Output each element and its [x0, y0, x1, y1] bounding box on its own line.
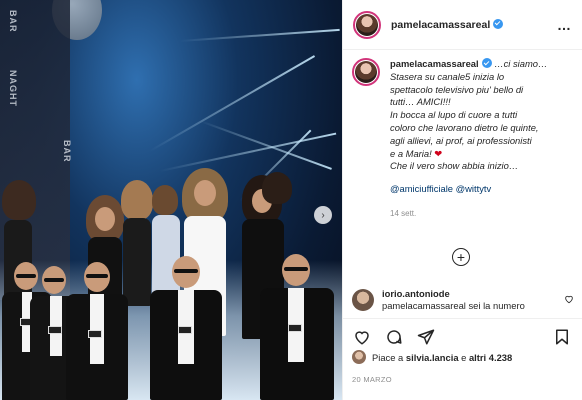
- comment-bubble-icon[interactable]: [384, 327, 404, 347]
- avatar[interactable]: [352, 289, 374, 311]
- instagram-post-view: BAR NAGHT BAR › pamelacamassareal … pame…: [0, 0, 582, 400]
- liker-username[interactable]: silvia.lancia: [406, 352, 459, 363]
- likes-prefix: Piace a: [372, 351, 404, 363]
- caption-area: pamelacamassareal …ci siamo… Stasera su …: [352, 58, 572, 221]
- dancer-figure: [258, 172, 298, 252]
- like-heart-icon[interactable]: [352, 327, 372, 347]
- sign-decoration: BAR: [62, 140, 72, 163]
- dancer-figure: [148, 256, 224, 400]
- caption-text: pamelacamassareal …ci siamo… Stasera su …: [390, 58, 547, 221]
- verified-icon: [493, 18, 504, 29]
- likes-summary: Piace a silvia.lancia e altri 4.238: [352, 350, 512, 364]
- plus-icon: +: [456, 249, 466, 265]
- light-beam: [199, 120, 332, 170]
- comment-text: pamelacamassareal sei la numero: [382, 300, 525, 311]
- comment-like-heart-icon[interactable]: [564, 294, 574, 312]
- caption-timestamp: 14 sett.: [390, 208, 417, 218]
- avatar[interactable]: [353, 10, 381, 39]
- next-photo-button[interactable]: ›: [314, 206, 332, 224]
- post-header: pamelacamassareal …: [343, 0, 582, 50]
- dancer-figure: [62, 262, 132, 400]
- caption-line: Stasera su canale5 inizia lo: [390, 70, 505, 82]
- mention-link[interactable]: @wittytv: [456, 183, 492, 194]
- bookmark-icon[interactable]: [552, 327, 572, 347]
- light-beam: [149, 55, 316, 152]
- action-bar: [342, 318, 582, 354]
- caption-line: spettacolo televisivo piu' bello di: [390, 83, 524, 95]
- caption-line: agli allievi, ai prof, ai professionisti: [390, 134, 532, 146]
- verified-icon: [481, 58, 492, 68]
- avatar[interactable]: [352, 58, 380, 86]
- more-options-icon[interactable]: …: [557, 17, 572, 33]
- share-paper-plane-icon[interactable]: [416, 327, 436, 347]
- light-beam: [179, 28, 340, 42]
- caption-line: e a Maria!: [390, 147, 432, 159]
- caption-line: tutti… AMICI!!!: [390, 96, 451, 108]
- dancer-figure: [258, 254, 336, 400]
- header-username[interactable]: pamelacamassareal: [391, 18, 504, 31]
- sign-decoration: NAGHT: [8, 70, 18, 107]
- mention-link[interactable]: @amiciufficiale: [390, 183, 453, 194]
- avatar[interactable]: [352, 350, 366, 364]
- comment-item: iorio.antoniode pamelacamassareal sei la…: [352, 288, 574, 312]
- caption-line: Che il vero show abbia inizio…: [390, 160, 519, 172]
- sign-decoration: BAR: [8, 10, 18, 33]
- comment-username[interactable]: iorio.antoniode: [382, 288, 564, 300]
- heart-emoji-icon: ❤: [434, 147, 443, 159]
- caption-line: …ci siamo…: [494, 58, 548, 69]
- caption-line: In bocca al lupo di cuore a tutti: [390, 109, 518, 121]
- likes-middle: e: [461, 351, 467, 363]
- chevron-right-icon: ›: [321, 209, 325, 221]
- load-more-comments-button[interactable]: +: [452, 248, 470, 266]
- post-date: 20 MARZO: [352, 375, 392, 384]
- post-photo[interactable]: BAR NAGHT BAR ›: [0, 0, 342, 400]
- caption-line: coloro che lavorano dietro le quinte,: [390, 121, 539, 133]
- caption-username[interactable]: pamelacamassareal: [390, 58, 479, 69]
- likes-count-link[interactable]: altri 4.238: [469, 352, 512, 363]
